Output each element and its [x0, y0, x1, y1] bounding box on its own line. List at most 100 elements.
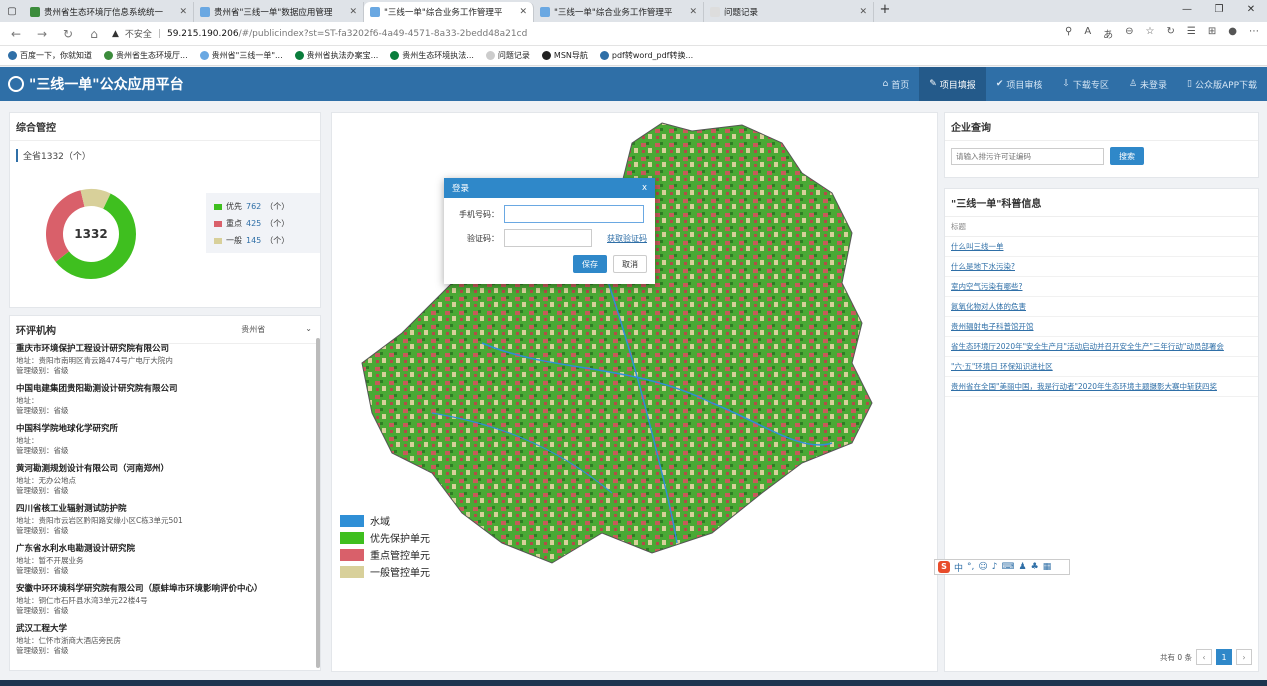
home-icon[interactable]: ⌂ [86, 27, 102, 41]
emoji-icon[interactable]: ☺ [978, 562, 987, 572]
collections-icon[interactable]: ⊞ [1208, 26, 1216, 41]
science-link[interactable]: 贵州辐射电子科普馆开馆 [945, 317, 1258, 337]
science-link[interactable]: 什么叫三线一单 [945, 237, 1258, 257]
org-item[interactable]: 重庆市环境保护工程设计研究院有限公司 地址：贵阳市南明区青云路474号广电厅大院内… [16, 342, 310, 376]
close-icon[interactable]: x [642, 183, 647, 193]
close-window-icon[interactable]: ✕ [1235, 0, 1267, 20]
browser-tab[interactable]: "三线一单"综合业务工作管理平 ✕ [364, 2, 534, 22]
bookmark-item[interactable]: 问题记录 [485, 50, 530, 61]
region-select[interactable]: 贵州省 ⌄ [241, 324, 312, 335]
restore-icon[interactable]: ❐ [1203, 0, 1235, 20]
nav-item[interactable]: ▯ 公众版APP下载 [1177, 67, 1267, 101]
browser-tab[interactable]: "三线一单"综合业务工作管理平 ✕ [534, 2, 704, 22]
science-link[interactable]: 省生态环境厅2020年"安全生产月"活动启动并召开安全生产"三年行动"动员部署会 [945, 337, 1258, 357]
user-icon[interactable]: ♟ [1019, 562, 1027, 572]
chinese-mode-icon[interactable]: 中 [954, 561, 963, 574]
org-address: 地址：仁怀市浙商大酒店旁民房 [16, 636, 121, 645]
tab-close-icon[interactable]: ✕ [179, 7, 187, 17]
save-button[interactable]: 保存 [573, 255, 607, 273]
tab-label: "三线一单"综合业务工作管理平 [554, 8, 673, 18]
scrollbar[interactable] [316, 338, 320, 668]
search-button[interactable]: 搜索 [1110, 147, 1144, 165]
url-field[interactable]: ▲ 不安全 | 59.215.190.206/#/publicindex?st=… [112, 27, 1055, 41]
nav-item[interactable]: ⌂ 首页 [873, 67, 920, 101]
org-level: 管理级别：省级 [16, 486, 69, 495]
skin-icon[interactable]: ♣ [1031, 562, 1039, 572]
tab-close-icon[interactable]: ✕ [349, 7, 357, 17]
browser-tab[interactable]: 贵州省"三线一单"数据应用管理 ✕ [194, 2, 364, 22]
science-link[interactable]: "六·五"环境日 环保知识进社区 [945, 357, 1258, 377]
favorite-icon[interactable]: ☆ [1146, 26, 1155, 41]
tab-close-icon[interactable]: ✕ [689, 7, 697, 17]
org-address: 地址：铜仁市石阡县水湾3单元22楼4号 [16, 596, 148, 605]
page-number[interactable]: 1 [1216, 649, 1232, 665]
science-link[interactable]: 贵州省在全国"美丽中国，我是行动者"2020年生态环境主题摄影大赛中斩获四奖 [945, 377, 1258, 397]
nav-item[interactable]: ♙ 未登录 [1119, 67, 1177, 101]
org-item[interactable]: 中国科学院地球化学研究所 地址： 管理级别：省级 [16, 422, 310, 456]
refresh-page-icon[interactable]: ↻ [1167, 26, 1175, 41]
bookmark-item[interactable]: MSN导航 [541, 50, 588, 61]
bookmark-label: 问题记录 [497, 51, 530, 60]
nav-item[interactable]: ✎ 项目填报 [919, 67, 986, 101]
tab-close-icon[interactable]: ✕ [859, 7, 867, 17]
cancel-button[interactable]: 取消 [613, 255, 647, 273]
keyboard-icon[interactable]: ⌨ [1002, 562, 1015, 572]
browser-tab[interactable]: 贵州省生态环境厅信息系统统一 ✕ [24, 2, 194, 22]
refresh-icon[interactable]: ↻ [60, 27, 76, 41]
org-item[interactable]: 中国电建集团贵阳勘测设计研究院有限公司 地址： 管理级别：省级 [16, 382, 310, 416]
punctuation-icon[interactable]: °, [967, 562, 974, 572]
bookmark-item[interactable]: 贵州省"三线一单"... [199, 50, 283, 61]
next-page-button[interactable]: › [1236, 649, 1252, 665]
org-item[interactable]: 武汉工程大学 地址：仁怀市浙商大酒店旁民房 管理级别：省级 [16, 622, 310, 656]
tab-favicon-icon [30, 7, 40, 17]
minimize-icon[interactable]: — [1171, 0, 1203, 20]
tab-favicon-icon [540, 7, 550, 17]
phone-input[interactable] [504, 205, 644, 223]
get-code-link[interactable]: 获取验证码 [607, 233, 647, 244]
science-list: 什么叫三线一单 什么是地下水污染? 室内空气污染有哪些? 氮氧化物对人体的危害 贵州辐射… [945, 237, 1258, 397]
menu-grid-icon[interactable]: ▦ [1043, 562, 1052, 572]
favorites-list-icon[interactable]: ☰ [1187, 26, 1196, 41]
nav-item[interactable]: ⇩ 下载专区 [1052, 67, 1119, 101]
ime-toolbar[interactable]: S 中 °, ☺ ♪ ⌨ ♟ ♣ ▦ [934, 559, 1070, 575]
bookmark-item[interactable]: 贵州省生态环境厅... [104, 50, 188, 61]
read-aloud-icon[interactable]: A [1084, 26, 1091, 41]
nav-icon: ♙ [1128, 79, 1138, 89]
science-link[interactable]: 什么是地下水污染? [945, 257, 1258, 277]
prev-page-button[interactable]: ‹ [1196, 649, 1212, 665]
zoom-icon[interactable]: ⊖ [1125, 26, 1133, 41]
mic-icon[interactable]: ♪ [992, 562, 998, 572]
org-item[interactable]: 黄河勘测规划设计有限公司（河南郑州） 地址：无办公地点 管理级别：省级 [16, 462, 310, 496]
nav-label: 下载专区 [1072, 80, 1109, 91]
sogou-icon[interactable]: S [938, 561, 950, 573]
bookmark-label: MSN导航 [553, 51, 588, 60]
bookmark-item[interactable]: pdf转word_pdf转换... [599, 50, 693, 61]
app-header: "三线一单"公众应用平台 ⌂ 首页 ✎ 项目填报 ✔ 项目审核 ⇩ 下载专区 ♙ 未登录 ▯ 公众版A… [0, 67, 1267, 101]
nav-icon: ⇩ [1062, 79, 1070, 89]
browser-tab[interactable]: 问题记录 ✕ [704, 2, 874, 22]
nav-item[interactable]: ✔ 项目审核 [986, 67, 1053, 101]
bookmark-item[interactable]: 百度一下，你就知道 [8, 50, 92, 61]
more-icon[interactable]: ⋯ [1249, 26, 1259, 41]
window-menu-icon[interactable]: ▢ [0, 0, 24, 22]
science-panel: "三线一单"科普信息 标题 什么叫三线一单 什么是地下水污染? 室内空气污染有哪些?… [944, 188, 1259, 672]
legend-item: 一般 145 （个） [214, 235, 312, 246]
science-link[interactable]: 室内空气污染有哪些? [945, 277, 1258, 297]
science-link[interactable]: 氮氧化物对人体的危害 [945, 297, 1258, 317]
back-icon[interactable]: ← [8, 27, 24, 41]
permit-search-input[interactable] [951, 147, 1104, 165]
key-icon[interactable]: ⚲ [1065, 26, 1072, 41]
new-tab-button[interactable]: + [874, 2, 896, 22]
tab-close-icon[interactable]: ✕ [519, 7, 527, 17]
org-item[interactable]: 四川省核工业辐射测试防护院 地址：贵阳市云岩区黔阳路安缘小区C栋3单元501 管理级… [16, 502, 310, 536]
translate-icon[interactable]: あ [1103, 26, 1113, 41]
org-address: 地址：无办公地点 [16, 476, 76, 485]
bookmark-item[interactable]: 贵州生态环境执法... [390, 50, 474, 61]
org-item[interactable]: 广东省水利水电勘测设计研究院 地址：暂不开展业务 管理级别：省级 [16, 542, 310, 576]
profile-icon[interactable]: ● [1228, 26, 1237, 41]
tab-label: 问题记录 [724, 8, 759, 18]
code-input[interactable] [504, 229, 592, 247]
bookmark-item[interactable]: 贵州省执法办案宝... [294, 50, 378, 61]
forward-icon[interactable]: → [34, 27, 50, 41]
org-item[interactable]: 安徽中环环境科学研究院有限公司（原蚌埠市环境影响评价中心） 地址：铜仁市石阡县水湾… [16, 582, 310, 616]
